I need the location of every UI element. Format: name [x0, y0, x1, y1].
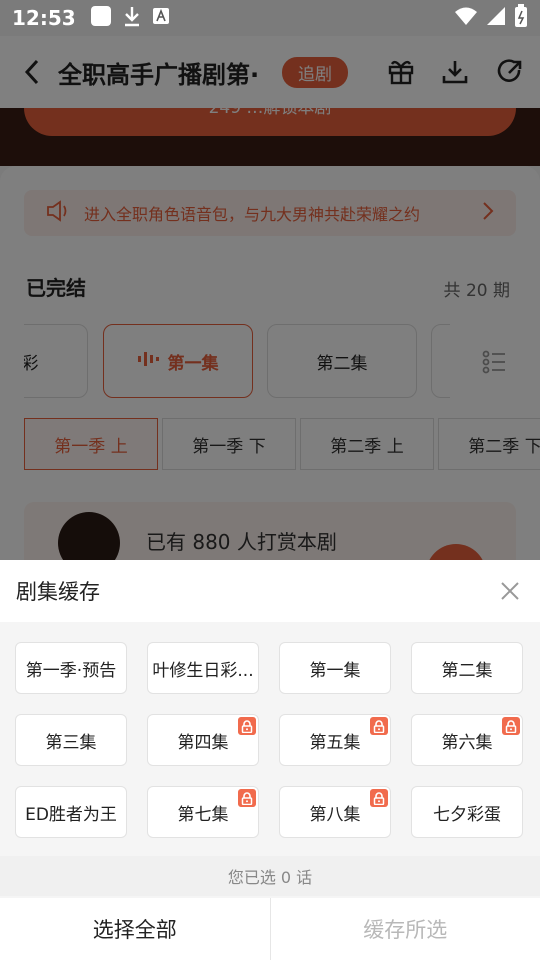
sheet-footer: 选择全部 缓存所选	[0, 898, 540, 960]
episode-option[interactable]: 七夕彩蛋	[411, 786, 523, 838]
page-title: 全职高手广播剧第·	[58, 60, 260, 89]
lock-icon	[502, 717, 520, 735]
episode-option[interactable]: 第四集	[147, 714, 259, 766]
back-button[interactable]	[16, 56, 48, 88]
episode-option[interactable]: 第五集	[279, 714, 391, 766]
episode-option[interactable]: 第三集	[15, 714, 127, 766]
download-status-icon	[122, 5, 142, 32]
lock-icon	[370, 789, 388, 807]
episode-option[interactable]: 第一集	[279, 642, 391, 694]
episode-option-label: 第三集	[45, 732, 97, 753]
download-icon[interactable]	[440, 57, 470, 87]
save-selected-button[interactable]: 缓存所选	[271, 898, 540, 960]
chevron-left-icon	[24, 59, 39, 85]
episode-option-label: 第八集	[309, 804, 361, 825]
episode-option-label: 第七集	[177, 804, 229, 825]
select-all-button[interactable]: 选择全部	[0, 898, 271, 960]
episode-option-label: 七夕彩蛋	[433, 804, 501, 825]
episode-option-label: ED胜者为王	[25, 804, 117, 825]
episode-option-label: 第四集	[177, 732, 229, 753]
episode-grid: 第一季·预告 叶修生日彩... 第一集 第二集第三集 第四集 第五集 第六集 ED胜者为王 第七…	[0, 622, 540, 856]
follow-button[interactable]: 追剧	[282, 56, 348, 88]
title-bar: 全职高手广播剧第· 追剧	[0, 36, 540, 108]
episode-option-label: 叶修生日彩...	[152, 660, 254, 681]
episode-option-label: 第六集	[441, 732, 493, 753]
wifi-icon	[454, 6, 478, 31]
sheet-header: 剧集缓存	[0, 560, 540, 622]
episode-option[interactable]: ED胜者为王	[15, 786, 127, 838]
gift-icon[interactable]	[386, 57, 416, 87]
episode-option[interactable]: 第八集	[279, 786, 391, 838]
episode-option-label: 第一集	[309, 660, 361, 681]
episode-option-label: 第一季·预告	[25, 660, 117, 681]
episode-option[interactable]: 第六集	[411, 714, 523, 766]
status-time: 12:53	[12, 6, 76, 30]
episode-option-label: 第五集	[309, 732, 361, 753]
lock-icon	[238, 789, 256, 807]
episode-option[interactable]: 第二集	[411, 642, 523, 694]
share-icon[interactable]	[494, 57, 524, 87]
close-icon	[501, 582, 519, 600]
notification-icon	[90, 5, 112, 32]
battery-icon	[514, 3, 528, 33]
sheet-title: 剧集缓存	[16, 580, 100, 604]
episode-option[interactable]: 叶修生日彩...	[147, 642, 259, 694]
status-bar: 12:53	[0, 0, 540, 36]
episode-option[interactable]: 第一季·预告	[15, 642, 127, 694]
selected-count: 您已选 0 话	[0, 856, 540, 896]
signal-icon	[486, 6, 506, 31]
download-sheet: 剧集缓存 第一季·预告 叶修生日彩... 第一集 第二集第三集 第四集 第五集 第六集 ED胜…	[0, 560, 540, 960]
episode-option-label: 第二集	[441, 660, 493, 681]
close-button[interactable]	[496, 577, 524, 605]
lock-icon	[238, 717, 256, 735]
episode-option[interactable]: 第七集	[147, 786, 259, 838]
app-status-icon	[152, 6, 170, 30]
lock-icon	[370, 717, 388, 735]
